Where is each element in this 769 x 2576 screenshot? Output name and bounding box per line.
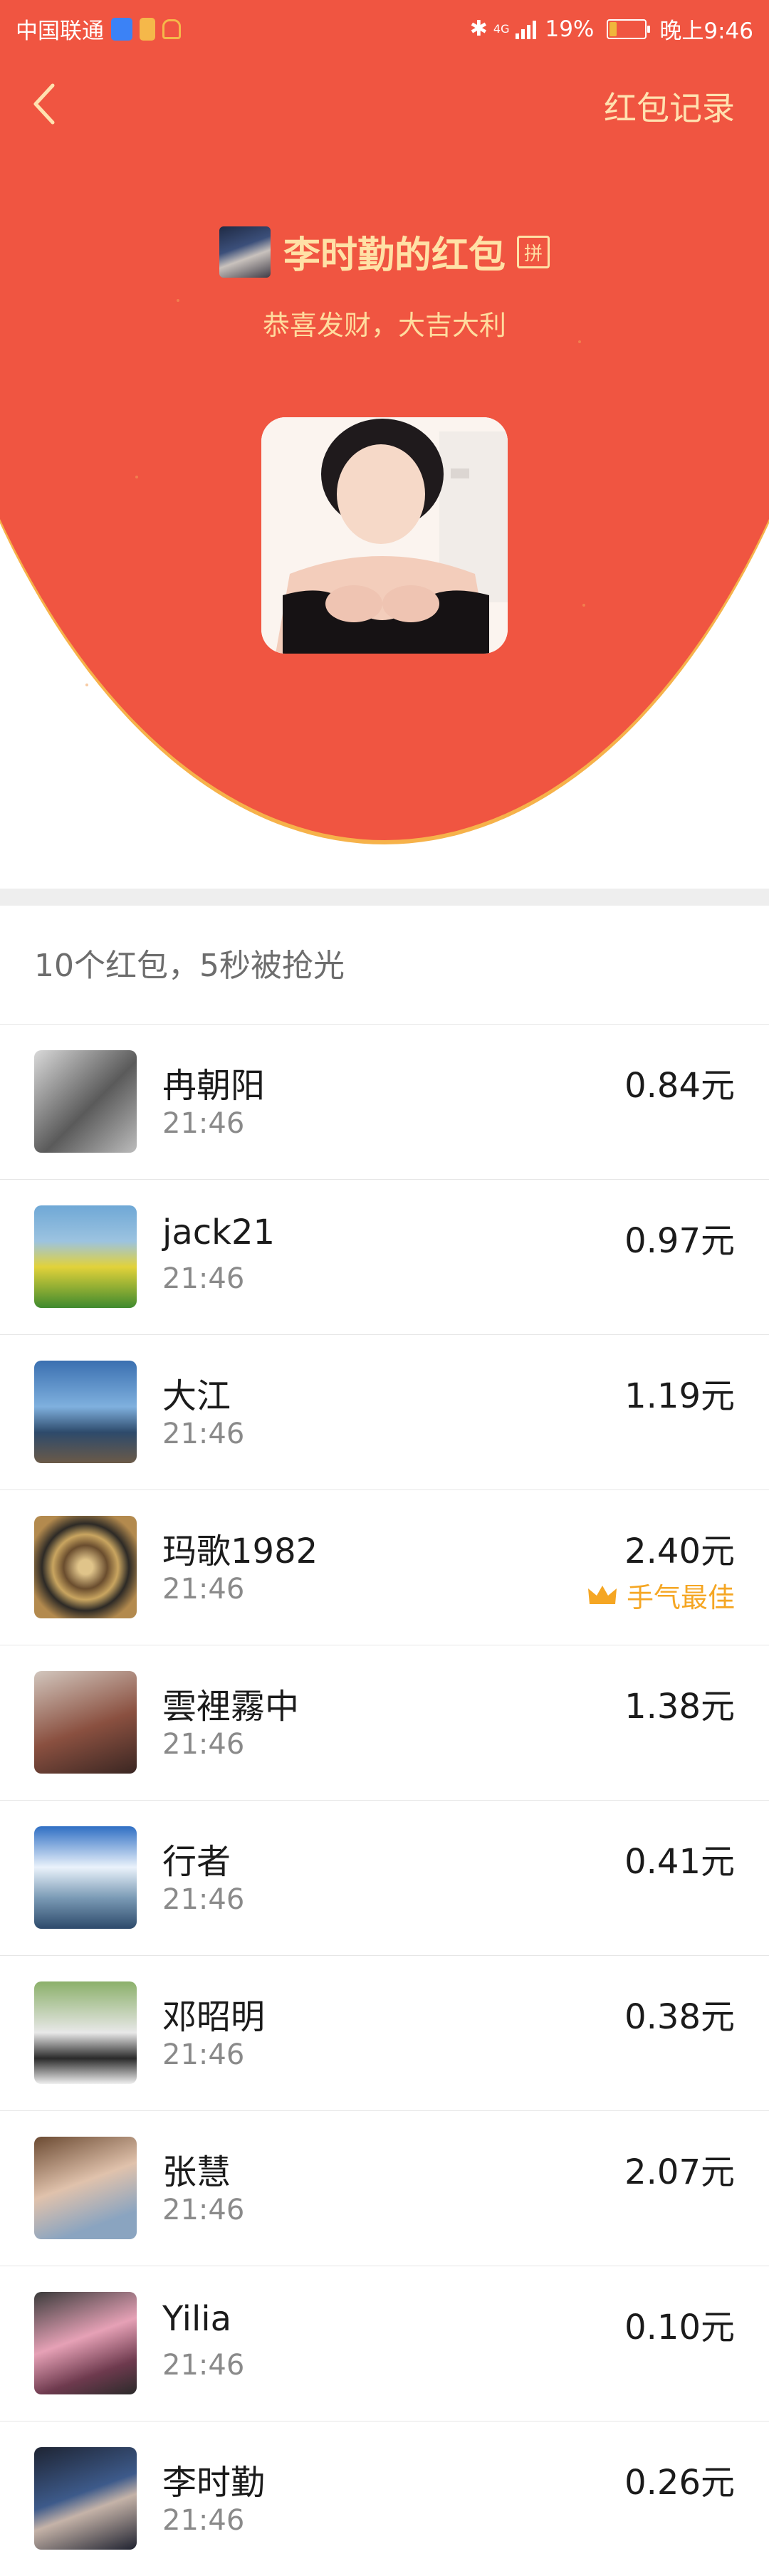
pin-badge: 拼 [517,235,550,268]
recipient-name: 玛歌1982 [162,1532,318,1571]
lock-notification-icon [162,19,181,39]
avatar[interactable] [34,2137,137,2239]
red-packet-cover-image[interactable] [261,417,508,654]
received-amount: 1.19元 [624,1376,735,1416]
network-type-label: 4G [493,22,510,36]
received-time: 21:46 [162,2504,245,2537]
received-amount: 0.97元 [624,1221,735,1261]
sender-info: 李时勤的红包 拼 [0,225,769,278]
received-time: 21:46 [162,2194,245,2226]
recipient-name: 冉朝阳 [162,1066,266,1106]
list-item[interactable]: jack21 21:46 0.97元 [0,1179,769,1334]
received-amount: 2.40元 [624,1532,735,1571]
recipient-name: 雲裡霧中 [162,1687,300,1727]
red-packet-records-link[interactable]: 红包记录 [604,83,735,130]
sender-title: 李时勤的红包 [283,234,506,277]
list-item[interactable]: 李时勤 21:46 0.26元 [0,2421,769,2576]
recipient-name: 大江 [162,1376,231,1416]
packet-summary: 10个红包，5秒被抢光 [34,948,345,984]
received-time: 21:46 [162,1262,245,1295]
avatar[interactable] [34,1671,137,1774]
received-time: 21:46 [162,1728,245,1761]
avatar[interactable] [34,1050,137,1153]
status-bar: 中国联通 ✱ 4G 19% 晚上9:46 [0,0,769,54]
app-notification-icon [111,17,132,41]
recipient-name: 张慧 [162,2152,231,2192]
received-time: 21:46 [162,2038,245,2071]
list-item[interactable]: 邓昭明 21:46 0.38元 [0,1955,769,2110]
list-item[interactable]: 大江 21:46 1.19元 [0,1334,769,1489]
list-item[interactable]: 张慧 21:46 2.07元 [0,2110,769,2266]
recipient-name: Yilia [162,2299,232,2339]
received-amount: 0.38元 [624,1997,735,2037]
signal-icon [516,20,537,39]
carrier-label: 中国联通 [16,19,104,44]
received-amount: 0.10元 [624,2308,735,2347]
avatar[interactable] [34,1826,137,1929]
avatar[interactable] [34,2447,137,2550]
bluetooth-icon: ✱ [469,16,488,41]
recipient-name: jack21 [162,1213,276,1252]
avatar[interactable] [34,1981,137,2084]
received-amount: 0.26元 [624,2463,735,2503]
recipient-name: 行者 [162,1842,231,1882]
received-time: 21:46 [162,1573,245,1606]
sender-avatar[interactable] [219,226,271,278]
recipient-name: 邓昭明 [162,1997,266,2037]
best-luck-badge: 手气最佳 [587,1576,735,1615]
received-amount: 0.84元 [624,1066,735,1106]
recipient-name: 李时勤 [162,2463,266,2503]
best-luck-label: 手气最佳 [626,1582,735,1613]
received-amount: 1.38元 [624,1687,735,1727]
greeting-message: 恭喜发财，大吉大利 [262,310,506,341]
crown-icon [587,1585,617,1604]
received-amount: 0.41元 [624,1842,735,1882]
list-item[interactable]: 行者 21:46 0.41元 [0,1800,769,1955]
received-time: 21:46 [162,2349,245,2382]
avatar[interactable] [34,1205,137,1308]
list-item[interactable]: 冉朝阳 21:46 0.84元 [0,1024,769,1179]
avatar[interactable] [34,2292,137,2394]
battery-percent: 19% [545,16,595,42]
received-time: 21:46 [162,1107,245,1140]
received-time: 21:46 [162,1418,245,1450]
alert-notification-icon [140,17,155,41]
battery-icon [607,19,651,39]
received-amount: 2.07元 [624,2152,735,2192]
list-item[interactable]: 雲裡霧中 21:46 1.38元 [0,1645,769,1800]
clock: 晚上9:46 [659,19,753,44]
avatar[interactable] [34,1361,137,1463]
received-time: 21:46 [162,1883,245,1916]
chevron-left-icon[interactable] [28,80,60,128]
list-item[interactable]: Yilia 21:46 0.10元 [0,2266,769,2421]
section-divider [0,889,769,906]
avatar[interactable] [34,1516,137,1618]
list-item[interactable]: 玛歌1982 21:46 2.40元 手气最佳 [0,1489,769,1645]
recipient-list: 冉朝阳 21:46 0.84元 jack21 21:46 0.97元 大江 21… [0,1024,769,2576]
red-packet-header: 中国联通 ✱ 4G 19% 晚上9:46 红包记录 李时勤的红包 拼 恭喜发财，… [0,0,769,854]
